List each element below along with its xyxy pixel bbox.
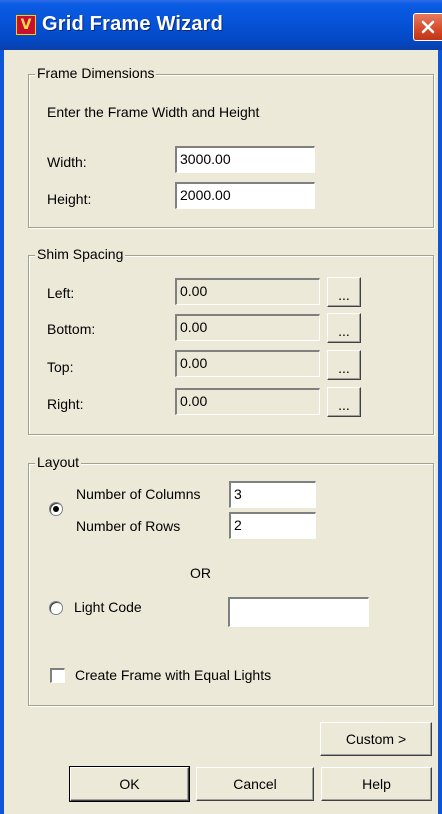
shim-right-field[interactable]: 0.00 [175,388,320,415]
cancel-button[interactable]: Cancel [196,767,314,801]
app-logo-icon: V [16,15,36,35]
shim-left-label: Left: [47,285,75,301]
shim-spacing-label: Shim Spacing [35,246,126,262]
frame-dimensions-instructions: Enter the Frame Width and Height [47,104,260,120]
shim-right-label: Right: [47,396,84,412]
rows-label: Number of Rows [76,518,181,534]
ok-button[interactable]: OK [69,766,190,802]
light-code-field[interactable] [228,597,369,627]
equal-lights-checkbox[interactable] [50,668,65,683]
width-field[interactable]: 3000.00 [175,146,315,173]
grid-frame-wizard-dialog: V Grid Frame Wizard Frame Dimensions Ent… [0,0,442,814]
title-bar[interactable]: V Grid Frame Wizard [0,0,442,50]
custom-button[interactable]: Custom > [320,722,432,756]
or-separator: OR [190,565,211,581]
shim-bottom-browse-button[interactable]: ... [327,313,361,343]
shim-left-field[interactable]: 0.00 [175,278,320,305]
window-frame-left [0,50,4,814]
shim-top-field[interactable]: 0.00 [175,350,320,377]
shim-bottom-field[interactable]: 0.00 [175,314,320,341]
shim-right-browse-button[interactable]: ... [327,387,361,417]
shim-top-label: Top: [47,359,74,375]
columns-field[interactable]: 3 [229,481,316,508]
rows-field[interactable]: 2 [229,512,316,539]
shim-left-browse-button[interactable]: ... [327,277,361,307]
layout-label: Layout [35,454,82,470]
radio-selected-dot [53,506,59,512]
shim-bottom-label: Bottom: [47,321,96,337]
equal-lights-label: Create Frame with Equal Lights [75,667,272,683]
columns-label: Number of Columns [76,486,201,502]
light-code-label: Light Code [74,599,142,615]
grid-option-radio[interactable] [49,502,63,516]
window-title: Grid Frame Wizard [42,13,224,35]
help-button[interactable]: Help [321,767,432,801]
close-icon [421,20,435,34]
width-label: Width: [47,154,87,170]
close-button[interactable] [413,13,442,41]
shim-top-browse-button[interactable]: ... [327,350,361,380]
height-label: Height: [47,191,92,207]
frame-dimensions-label: Frame Dimensions [35,65,157,81]
light-code-radio[interactable] [49,601,63,615]
height-field[interactable]: 2000.00 [175,182,315,209]
window-frame-right [438,50,442,814]
